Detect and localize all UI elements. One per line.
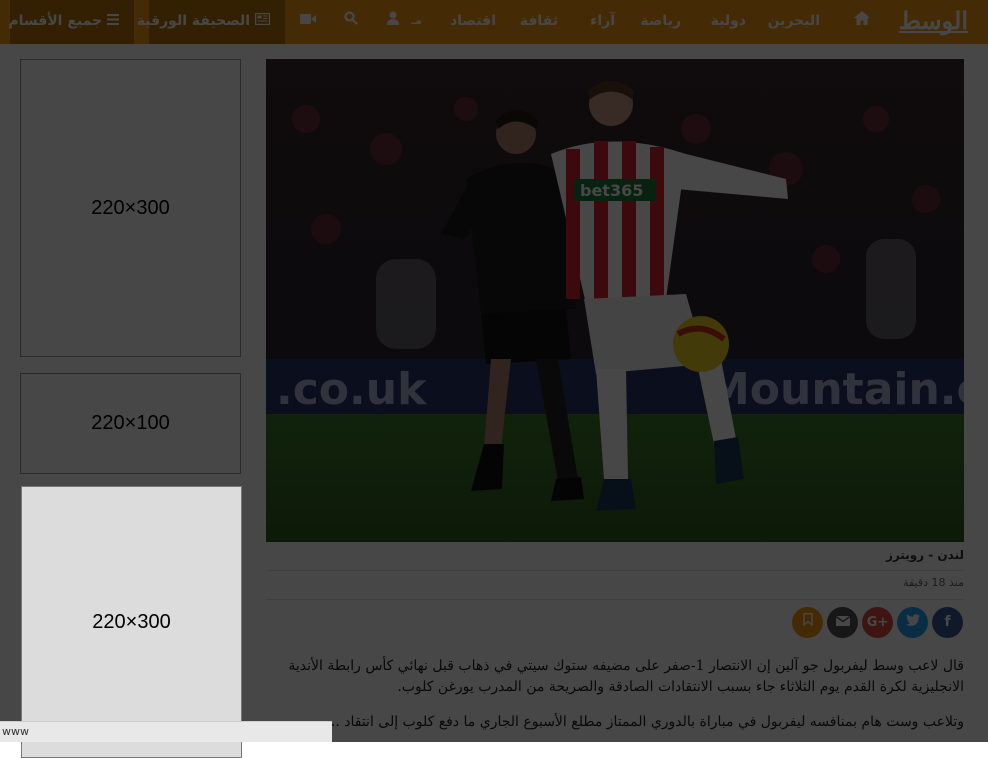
newspaper-icon	[254, 0, 271, 42]
home-link[interactable]	[854, 0, 870, 44]
nav-item-international[interactable]: دولية	[711, 0, 746, 44]
nav-item-economy[interactable]: اقتصاد	[450, 0, 496, 44]
nav-item-culture[interactable]: ثقافة	[520, 0, 558, 44]
all-sections-button[interactable]: جميع الأقسام	[8, 0, 134, 44]
nav-item-opinions[interactable]: آراء	[590, 0, 615, 44]
video-button[interactable]	[300, 0, 316, 44]
paper-edition-label: الصحيفة الورقية	[136, 13, 251, 29]
paper-edition-button[interactable]: الصحيفة الورقية	[137, 0, 285, 44]
share-facebook-button[interactable]: f	[932, 607, 963, 638]
email-icon	[835, 607, 850, 638]
twitter-icon	[905, 607, 920, 638]
google-plus-icon: G+	[866, 615, 889, 630]
article-hero-image: .co.uk Mountain.co	[266, 59, 964, 542]
nav-item-bahrain[interactable]: البحرين	[768, 0, 820, 44]
share-google-plus-button[interactable]: G+	[862, 607, 893, 638]
bookmark-icon	[802, 607, 813, 638]
bookmark-button[interactable]	[792, 607, 823, 638]
menu-icon	[107, 0, 119, 42]
divider	[266, 570, 964, 571]
all-sections-label: جميع الأقسام	[8, 13, 103, 29]
share-email-button[interactable]	[827, 607, 858, 638]
share-twitter-button[interactable]	[897, 607, 928, 638]
image-caption: لندن - رويترز	[885, 548, 964, 562]
article-paragraph: قال لاعب وسط ليفربول جو آلين إن الانتصار…	[288, 658, 964, 695]
facebook-icon: f	[944, 614, 951, 630]
shirt-sponsor-text: bet365	[580, 181, 643, 200]
user-button[interactable]	[387, 0, 399, 44]
ad-slot-highlighted[interactable]: 220×300	[21, 486, 242, 758]
site-logo[interactable]: الوسط	[898, 6, 969, 35]
ad-size-label: 220×300	[92, 610, 171, 633]
search-button[interactable]	[344, 0, 358, 44]
banner-right-text: Mountain.co	[706, 364, 964, 415]
ad-slot[interactable]: 220×300	[20, 59, 241, 357]
ad-size-label: 220×300	[91, 196, 170, 219]
divider	[266, 599, 964, 600]
user-icon	[387, 0, 399, 42]
search-icon	[344, 0, 358, 42]
banner-left-text: .co.uk	[276, 364, 428, 415]
article-paragraph: وتلاعب وست هام بمنافسه ليفربول في مباراة…	[326, 714, 964, 730]
video-icon	[300, 0, 316, 42]
nav-item-sports[interactable]: رياضة	[640, 0, 681, 44]
ad-slot[interactable]: 220×100	[20, 373, 241, 474]
top-nav-bar: الوسط البحرين دولية رياضة آراء ثقافة اقت…	[0, 0, 988, 44]
publish-time: منذ 18 دقيقة	[903, 576, 964, 589]
home-icon	[854, 0, 870, 42]
nav-item-misc[interactable]: مـ	[411, 0, 422, 44]
browser-status-bar: www	[0, 721, 332, 742]
ad-size-label: 220×100	[91, 412, 170, 434]
